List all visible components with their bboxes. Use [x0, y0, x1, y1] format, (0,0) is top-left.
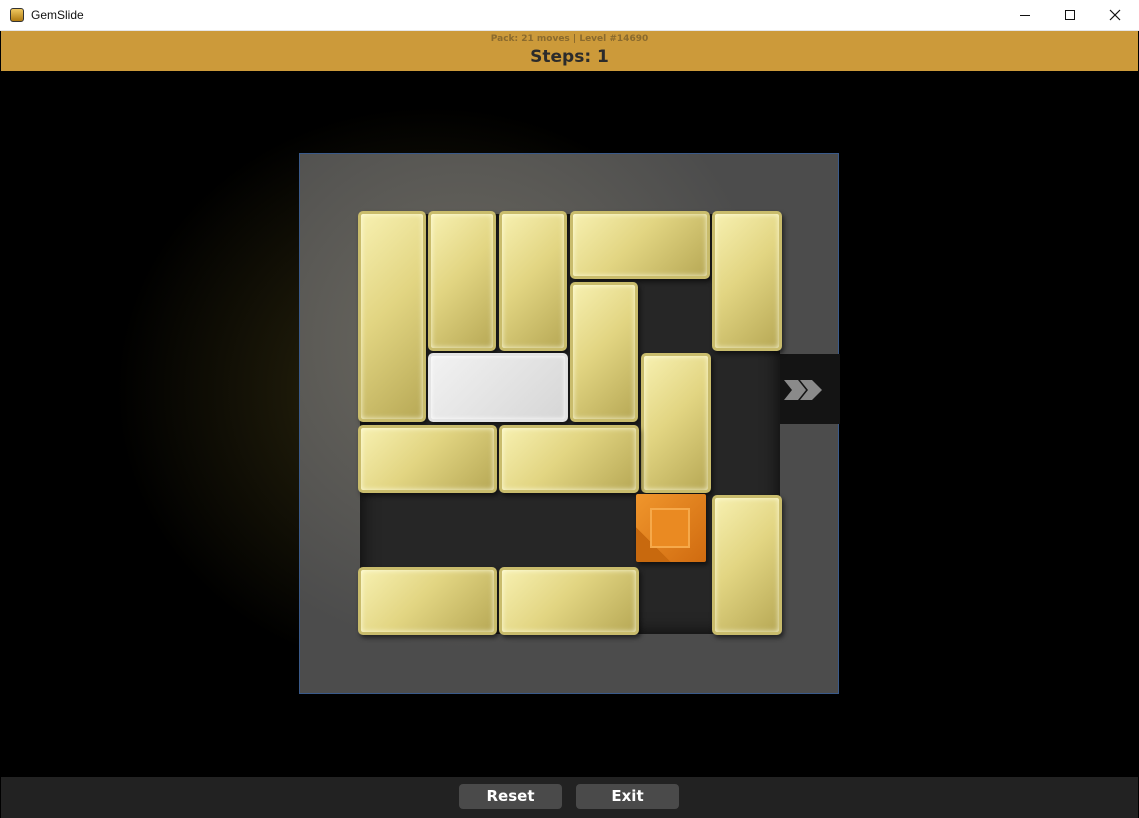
minimize-button[interactable] — [1002, 0, 1048, 31]
gold-block[interactable] — [712, 211, 782, 351]
level-header: Pack: 21 moves | Level #14690 Steps: 1 — [1, 31, 1138, 71]
gold-block[interactable] — [358, 211, 426, 422]
gemslide-app-icon — [10, 8, 24, 22]
gold-block[interactable] — [712, 495, 782, 635]
window-title: GemSlide — [31, 8, 84, 22]
puzzle-board — [299, 153, 840, 694]
maximize-icon — [1065, 10, 1075, 20]
gold-block[interactable] — [499, 211, 567, 351]
steps-counter: Steps: 1 — [530, 47, 609, 67]
gold-block[interactable] — [570, 211, 710, 279]
game-viewport — [1, 71, 1138, 777]
gem-block[interactable] — [636, 494, 706, 562]
gold-block[interactable] — [358, 567, 497, 635]
stone-block[interactable] — [428, 353, 568, 422]
gem-facet — [650, 508, 690, 548]
footer-bar: Reset Exit — [1, 777, 1138, 818]
pack-info: Pack: 21 moves | Level #14690 — [490, 34, 649, 44]
gold-block[interactable] — [428, 211, 496, 351]
maximize-button[interactable] — [1047, 0, 1093, 31]
minimize-icon — [1020, 15, 1030, 16]
exit-arrow-icon — [784, 380, 822, 400]
gold-block[interactable] — [641, 353, 711, 493]
gold-block[interactable] — [570, 282, 638, 422]
reset-button[interactable]: Reset — [459, 784, 562, 809]
window-titlebar: GemSlide — [0, 0, 1139, 31]
gold-block[interactable] — [499, 425, 639, 493]
close-icon — [1109, 9, 1121, 21]
exit-button[interactable]: Exit — [576, 784, 679, 809]
close-button[interactable] — [1092, 0, 1138, 31]
gold-block[interactable] — [358, 425, 497, 493]
gold-block[interactable] — [499, 567, 639, 635]
